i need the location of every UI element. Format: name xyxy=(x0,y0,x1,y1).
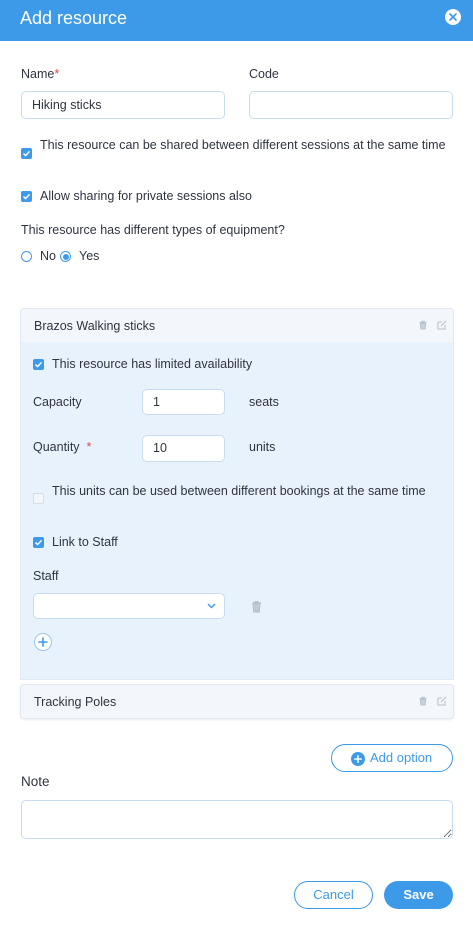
add-option-button[interactable]: Add option xyxy=(331,744,453,772)
staff-select[interactable] xyxy=(33,593,225,619)
shared-sessions-label: This resource can be shared between diff… xyxy=(40,138,446,152)
equipment-name: Brazos Walking sticks xyxy=(34,319,156,333)
code-input[interactable] xyxy=(249,91,453,119)
plus-icon xyxy=(38,637,48,647)
name-label: Name* xyxy=(21,67,60,81)
note-label: Note xyxy=(21,774,50,789)
units-shared-label: This units can be used between different… xyxy=(52,484,426,498)
equipment-panel-body xyxy=(20,342,454,680)
limited-availability-checkbox[interactable] xyxy=(33,359,44,370)
equipment-panel-header[interactable]: Tracking Poles xyxy=(20,684,454,719)
code-label: Code xyxy=(249,67,279,81)
quantity-input[interactable]: 10 xyxy=(142,435,225,462)
quantity-unit: units xyxy=(249,440,276,454)
equipment-question: This resource has different types of equ… xyxy=(21,223,285,237)
trash-icon[interactable] xyxy=(251,600,262,613)
dialog-title: Add resource xyxy=(20,8,128,28)
radio-no[interactable] xyxy=(21,251,32,262)
capacity-input[interactable]: 1 xyxy=(142,389,225,415)
name-input[interactable]: Hiking sticks xyxy=(21,91,225,119)
trash-icon[interactable] xyxy=(418,320,428,330)
equipment-name: Tracking Poles xyxy=(34,695,117,709)
trash-icon[interactable] xyxy=(418,696,428,706)
shared-sessions-checkbox[interactable] xyxy=(21,148,32,159)
capacity-unit: seats xyxy=(249,395,279,409)
private-sessions-label: Allow sharing for private sessions also xyxy=(40,189,252,203)
edit-icon[interactable] xyxy=(437,696,447,706)
radio-no-label: No xyxy=(40,249,56,263)
equipment-panel-header[interactable]: Brazos Walking sticks xyxy=(20,308,454,343)
add-staff-button[interactable] xyxy=(34,633,52,651)
save-button[interactable]: Save xyxy=(384,881,453,909)
limited-availability-label: This resource has limited availability xyxy=(52,357,253,371)
cancel-button[interactable]: Cancel xyxy=(294,881,373,909)
staff-label: Staff xyxy=(33,569,59,583)
edit-icon[interactable] xyxy=(437,320,447,330)
add-option-label: Add option xyxy=(370,750,433,765)
dialog-header: Add resource xyxy=(0,0,473,41)
quantity-label: Quantity * xyxy=(33,440,92,454)
chevron-down-icon xyxy=(207,603,216,609)
note-textarea[interactable] xyxy=(21,800,453,839)
link-staff-label: Link to Staff xyxy=(52,535,118,549)
close-icon[interactable] xyxy=(445,9,461,25)
units-shared-checkbox[interactable] xyxy=(33,493,44,504)
capacity-label: Capacity xyxy=(33,395,82,409)
plus-icon xyxy=(351,752,365,766)
radio-yes[interactable] xyxy=(60,251,71,262)
radio-yes-label: Yes xyxy=(79,249,100,263)
link-staff-checkbox[interactable] xyxy=(33,537,44,548)
private-sessions-checkbox[interactable] xyxy=(21,191,32,202)
